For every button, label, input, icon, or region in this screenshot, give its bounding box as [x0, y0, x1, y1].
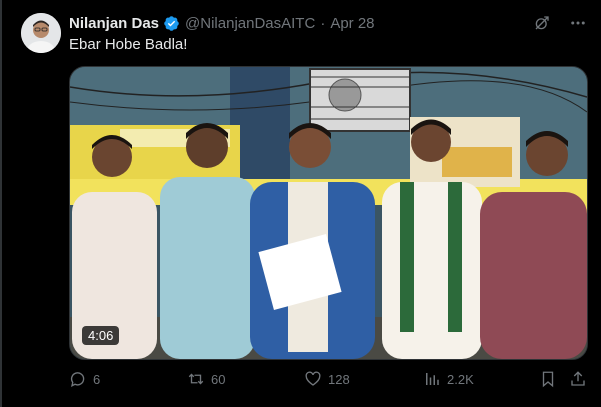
user-handle[interactable]: @NilanjanDasAITC	[185, 15, 315, 32]
separator-dot: ·	[320, 14, 326, 32]
more-icon[interactable]	[569, 14, 587, 32]
tweet-text: Ebar Hobe Badla!	[69, 36, 188, 53]
repost-icon	[187, 370, 205, 388]
tweet-action-bar: 6 60 128 2.2K	[69, 370, 587, 392]
views-count: 2.2K	[447, 371, 474, 387]
timeline-left-border	[0, 0, 2, 407]
tweet-header: Nilanjan Das @NilanjanDasAITC · Apr 28	[69, 13, 375, 33]
views-button[interactable]: 2.2K	[423, 370, 474, 388]
heart-icon	[304, 370, 322, 388]
share-button[interactable]	[569, 370, 587, 388]
reply-count: 6	[93, 371, 101, 387]
grok-icon[interactable]	[533, 14, 551, 32]
bookmark-button[interactable]	[539, 370, 557, 388]
reply-button[interactable]: 6	[69, 370, 100, 388]
repost-button[interactable]: 60	[187, 370, 225, 388]
reply-icon	[69, 370, 87, 388]
repost-count: 60	[211, 371, 226, 387]
bookmark-icon	[539, 370, 557, 388]
share-icon	[569, 370, 587, 388]
profile-avatar[interactable]	[21, 13, 61, 53]
display-name[interactable]: Nilanjan Das	[69, 15, 159, 32]
video-thumbnail	[70, 67, 587, 359]
like-count: 128	[328, 371, 350, 387]
views-icon	[423, 370, 441, 388]
video-duration-badge: 4:06	[82, 326, 120, 345]
avatar-image	[21, 13, 61, 53]
verified-badge-icon[interactable]	[163, 15, 180, 32]
like-button[interactable]: 128	[304, 370, 350, 388]
video-player[interactable]	[69, 66, 588, 360]
tweet-top-actions	[533, 14, 587, 32]
tweet-timestamp[interactable]: Apr 28	[330, 15, 374, 32]
